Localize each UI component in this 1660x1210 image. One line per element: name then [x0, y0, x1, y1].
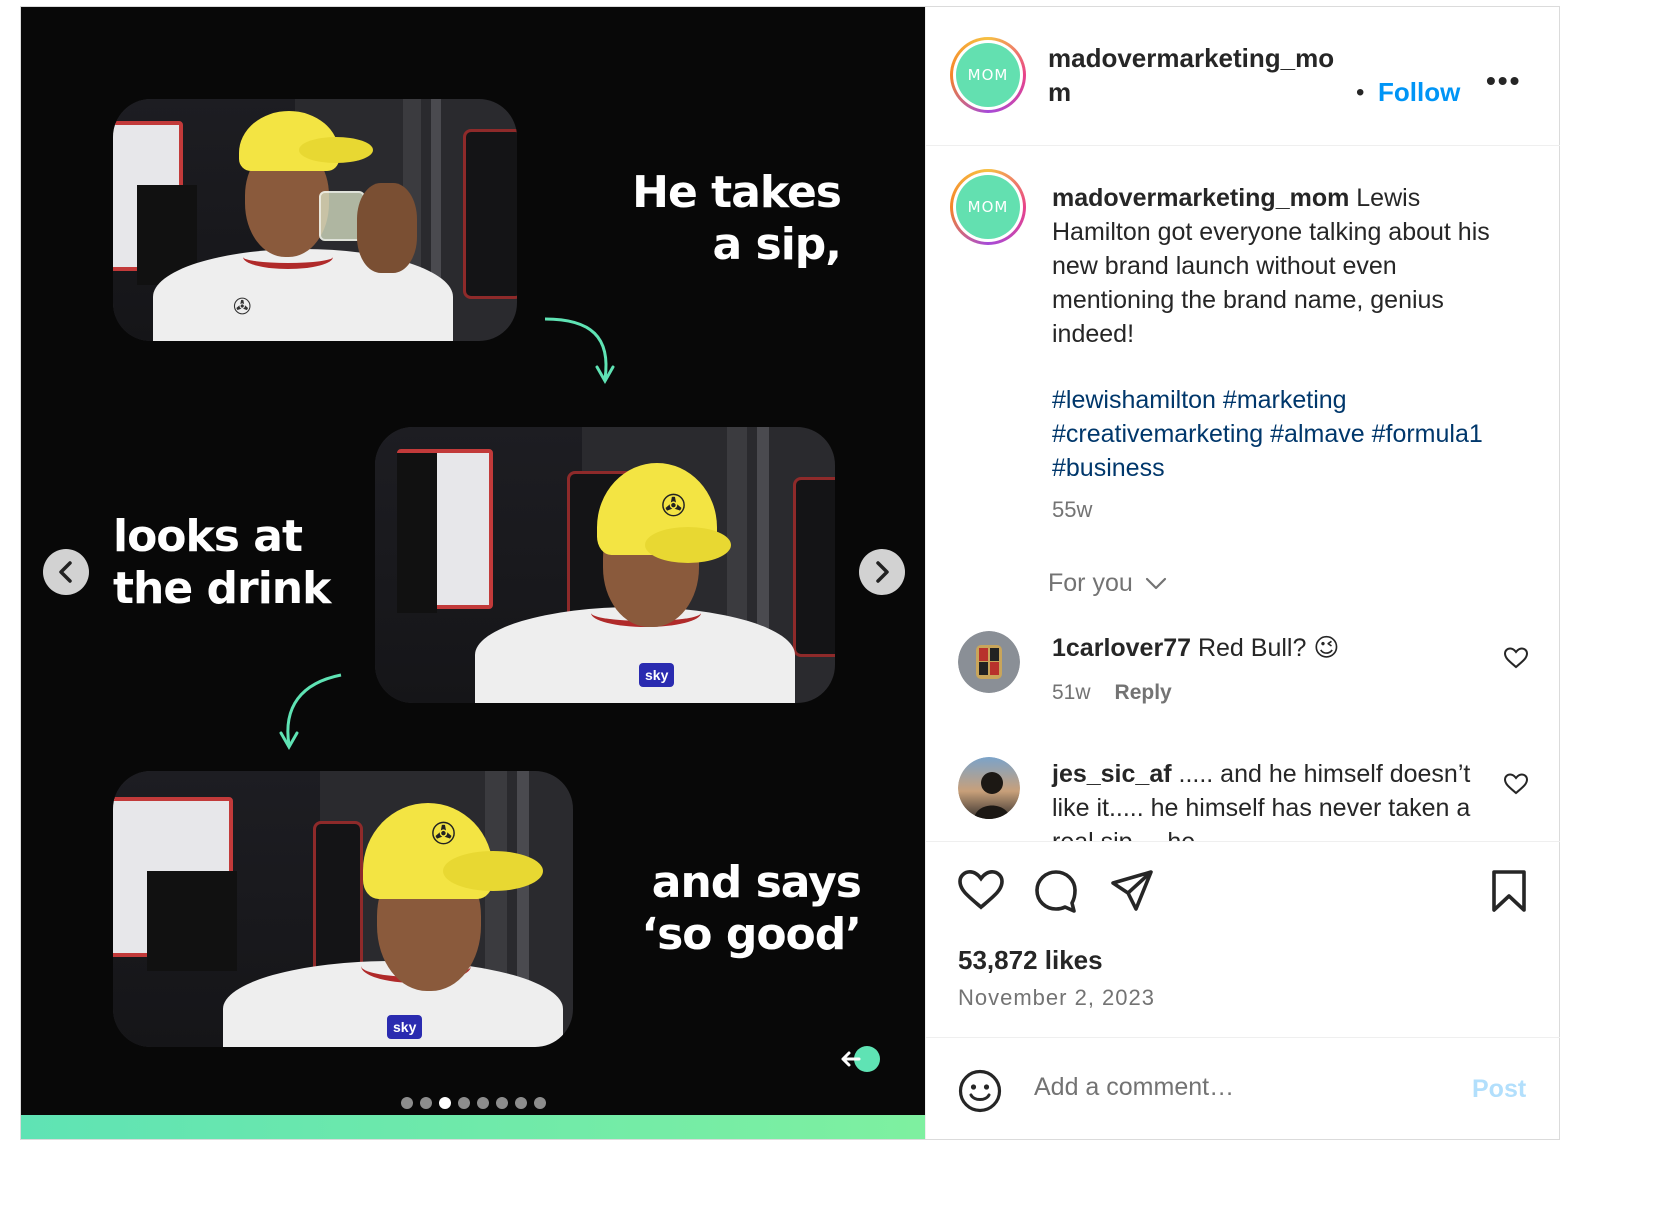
share-icon	[1111, 870, 1153, 911]
heart-icon	[1503, 773, 1529, 795]
share-button[interactable]	[1110, 869, 1154, 918]
carousel-dot	[496, 1097, 508, 1109]
commenter-avatar[interactable]	[958, 631, 1020, 693]
comment-like-button[interactable]	[1503, 647, 1529, 674]
chevron-right-icon	[876, 561, 889, 583]
comment-button[interactable]	[1034, 869, 1078, 918]
separator-dot: •	[1356, 79, 1365, 106]
heart-icon	[1503, 647, 1529, 669]
chevron-down-icon	[1145, 577, 1166, 589]
comment-like-button[interactable]	[1503, 773, 1529, 800]
comment-item: jes_sic_af ..... and he himself doesn’t …	[958, 757, 1538, 841]
follow-button[interactable]: Follow	[1378, 77, 1460, 108]
comment-username[interactable]: 1carlover77	[1052, 634, 1191, 662]
likes-count[interactable]: 53,872 likes	[958, 945, 1103, 976]
post-comment-button[interactable]: Post	[1472, 1075, 1526, 1104]
comment-text: Red Bull? 😉	[1197, 634, 1340, 662]
media-accent-bar	[21, 1115, 925, 1139]
caption-username[interactable]: madovermarketing_mom	[1052, 184, 1349, 212]
next-slide-button[interactable]	[859, 549, 905, 595]
like-button[interactable]	[958, 869, 1004, 916]
composer-divider	[926, 1037, 1560, 1038]
caption-author-avatar[interactable]: MOM	[950, 169, 1026, 245]
swipe-hint-icon	[839, 1045, 883, 1073]
carousel-dot	[401, 1097, 413, 1109]
header-username[interactable]: madovermarketing_mom	[1048, 41, 1338, 109]
comment-composer: Post	[958, 1065, 1528, 1115]
comment-username[interactable]: jes_sic_af	[1052, 760, 1172, 788]
chevron-left-icon	[59, 561, 72, 583]
commenter-avatar[interactable]	[958, 757, 1020, 819]
post-hashtags[interactable]: #lewishamilton #marketing #creativemarke…	[1052, 383, 1522, 485]
author-avatar[interactable]: MOM	[950, 37, 1026, 113]
carousel-dot	[534, 1097, 546, 1109]
comment-icon	[1035, 870, 1077, 913]
more-icon[interactable]: •••	[1486, 65, 1521, 97]
save-button[interactable]	[1490, 869, 1528, 918]
comment-body: 1carlover77 Red Bull? 😉	[1052, 631, 1452, 665]
actions-divider	[926, 841, 1560, 842]
comments-filter-label: For you	[1048, 569, 1133, 597]
carousel-dot	[458, 1097, 470, 1109]
post-actions	[958, 869, 1528, 917]
carousel-dot	[420, 1097, 432, 1109]
carousel-indicator	[401, 1097, 546, 1109]
post-media: ✇ ✇ sky ✇ sky He takes a sip, looks at t…	[21, 7, 925, 1139]
carousel-dot-active	[439, 1097, 451, 1109]
caption-avatar-initials: MOM	[956, 175, 1020, 239]
post-caption: madovermarketing_mom Lewis Hamilton got …	[1052, 181, 1522, 351]
reply-button[interactable]: Reply	[1115, 681, 1172, 705]
heart-icon	[958, 870, 1004, 910]
carousel-dot	[477, 1097, 489, 1109]
bookmark-icon	[1492, 870, 1526, 912]
post-date: November 2, 2023	[958, 985, 1155, 1010]
carousel-dot	[515, 1097, 527, 1109]
comments-filter[interactable]: For you	[1048, 569, 1167, 598]
comment-body: jes_sic_af ..... and he himself doesn’t …	[1052, 757, 1472, 841]
emoji-icon	[958, 1069, 1002, 1113]
header-divider	[926, 145, 1560, 146]
comment-input[interactable]	[1034, 1073, 1434, 1102]
comments-list: 1carlover77 Red Bull? 😉 51w Reply jes_si…	[926, 617, 1560, 841]
post-age: 55w	[1052, 497, 1093, 522]
comment-meta: 51w Reply	[1052, 681, 1172, 705]
post-details: MOM madovermarketing_mom • Follow ••• MO…	[925, 7, 1560, 1139]
previous-slide-button[interactable]	[43, 549, 89, 595]
comment-age: 51w	[1052, 681, 1091, 704]
avatar-initials: MOM	[956, 43, 1020, 107]
comment-item: 1carlover77 Red Bull? 😉 51w Reply	[958, 631, 1538, 731]
post-dialog: ✇ ✇ sky ✇ sky He takes a sip, looks at t…	[20, 6, 1560, 1140]
emoji-button[interactable]	[958, 1069, 1002, 1118]
